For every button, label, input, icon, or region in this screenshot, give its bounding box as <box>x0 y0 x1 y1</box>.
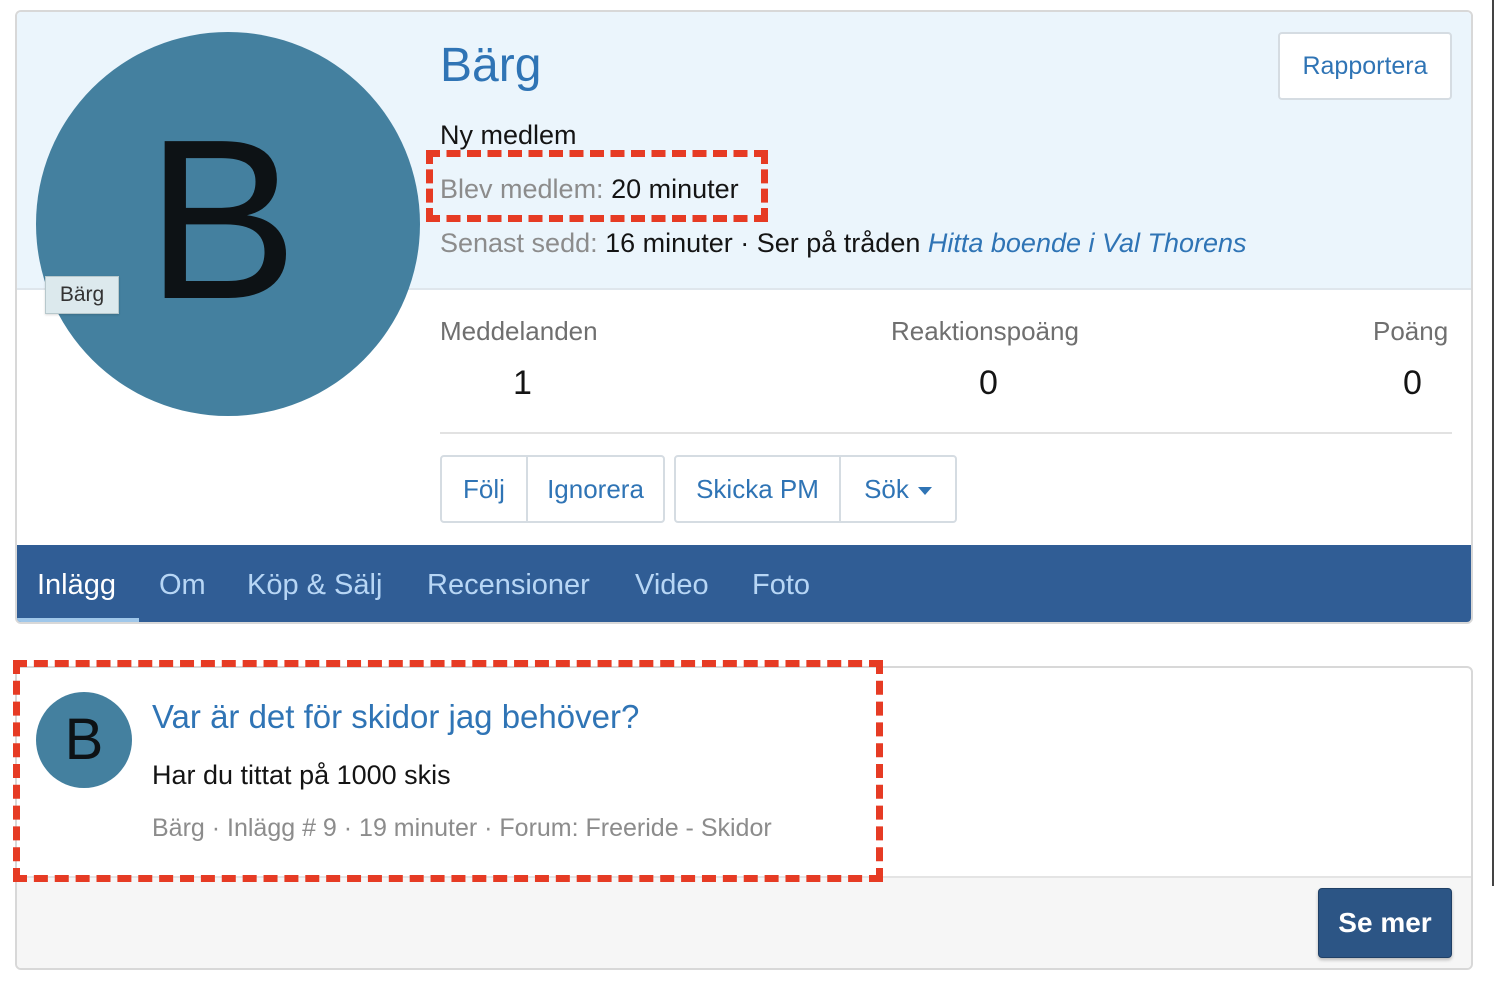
tab-video[interactable]: Video <box>635 545 709 622</box>
window-edge <box>1492 0 1494 886</box>
joined-label: Blev medlem: <box>440 174 604 204</box>
post-card-footer <box>17 876 1471 968</box>
post-avatar[interactable]: B <box>36 692 132 788</box>
user-title: Ny medlem <box>440 120 577 150</box>
activity-text: Ser på tråden <box>756 228 921 258</box>
last-seen-label: Senast sedd: <box>440 228 598 258</box>
tab-label: Video <box>635 569 709 601</box>
stat-points-label: Poäng <box>1373 316 1449 346</box>
ignore-button[interactable]: Ignorera <box>526 457 663 521</box>
tab-om[interactable]: Om <box>159 545 206 622</box>
see-more-button[interactable]: Se mer <box>1318 888 1452 958</box>
send-pm-button[interactable]: Skicka PM <box>676 457 839 521</box>
last-seen-info: Senast sedd: 16 minuter · Ser på tråden … <box>440 228 1247 259</box>
tab-label: Recensioner <box>427 569 590 601</box>
last-seen-value: 16 minuter <box>605 228 733 258</box>
profile-username: Bärg <box>440 39 542 92</box>
stat-messages-label: Meddelanden <box>440 316 598 346</box>
search-dropdown-button[interactable]: Sök <box>839 457 955 521</box>
stat-messages-value[interactable]: 1 <box>513 364 532 403</box>
search-label: Sök <box>864 473 909 504</box>
activity-thread-link[interactable]: Hitta boende i Val Thorens <box>928 228 1247 258</box>
stat-points-value[interactable]: 0 <box>1403 364 1422 403</box>
tab-label: Inlägg <box>37 569 117 601</box>
active-tab-indicator <box>17 618 139 622</box>
stat-reactions-label: Reaktionspoäng <box>891 316 1079 346</box>
tab-inlagg[interactable]: Inlägg <box>37 545 117 622</box>
post-avatar-letter: B <box>64 707 104 772</box>
joined-value: 20 minuter <box>611 174 739 204</box>
avatar[interactable]: B <box>36 32 420 416</box>
divider <box>440 432 1452 434</box>
follow-ignore-group: Följ Ignorera <box>440 455 665 523</box>
activity-separator: · <box>740 228 750 258</box>
caret-down-icon <box>917 486 932 495</box>
tab-label: Om <box>159 569 206 601</box>
tab-label: Köp & Sälj <box>247 569 383 601</box>
tab-kop-salj[interactable]: Köp & Sälj <box>247 545 383 622</box>
pm-search-group: Skicka PM Sök <box>674 455 957 523</box>
report-button[interactable]: Rapportera <box>1278 32 1452 100</box>
tab-label: Foto <box>752 569 811 601</box>
avatar-letter: B <box>145 93 299 347</box>
profile-tabs: Inlägg Om Köp & Sälj Recensioner Video F… <box>17 545 1471 622</box>
post-meta: Bärg · Inlägg # 9 · 19 minuter · Forum: … <box>152 814 772 842</box>
joined-info: Blev medlem: 20 minuter <box>440 174 739 205</box>
avatar-tooltip: Bärg <box>45 276 119 314</box>
follow-button[interactable]: Följ <box>442 457 526 521</box>
tab-foto[interactable]: Foto <box>752 545 811 622</box>
tab-recensioner[interactable]: Recensioner <box>427 545 590 622</box>
stat-reactions-value[interactable]: 0 <box>979 364 998 403</box>
post-title-link[interactable]: Var är det för skidor jag behöver? <box>152 698 639 736</box>
post-snippet: Har du tittat på 1000 skis <box>152 760 451 790</box>
